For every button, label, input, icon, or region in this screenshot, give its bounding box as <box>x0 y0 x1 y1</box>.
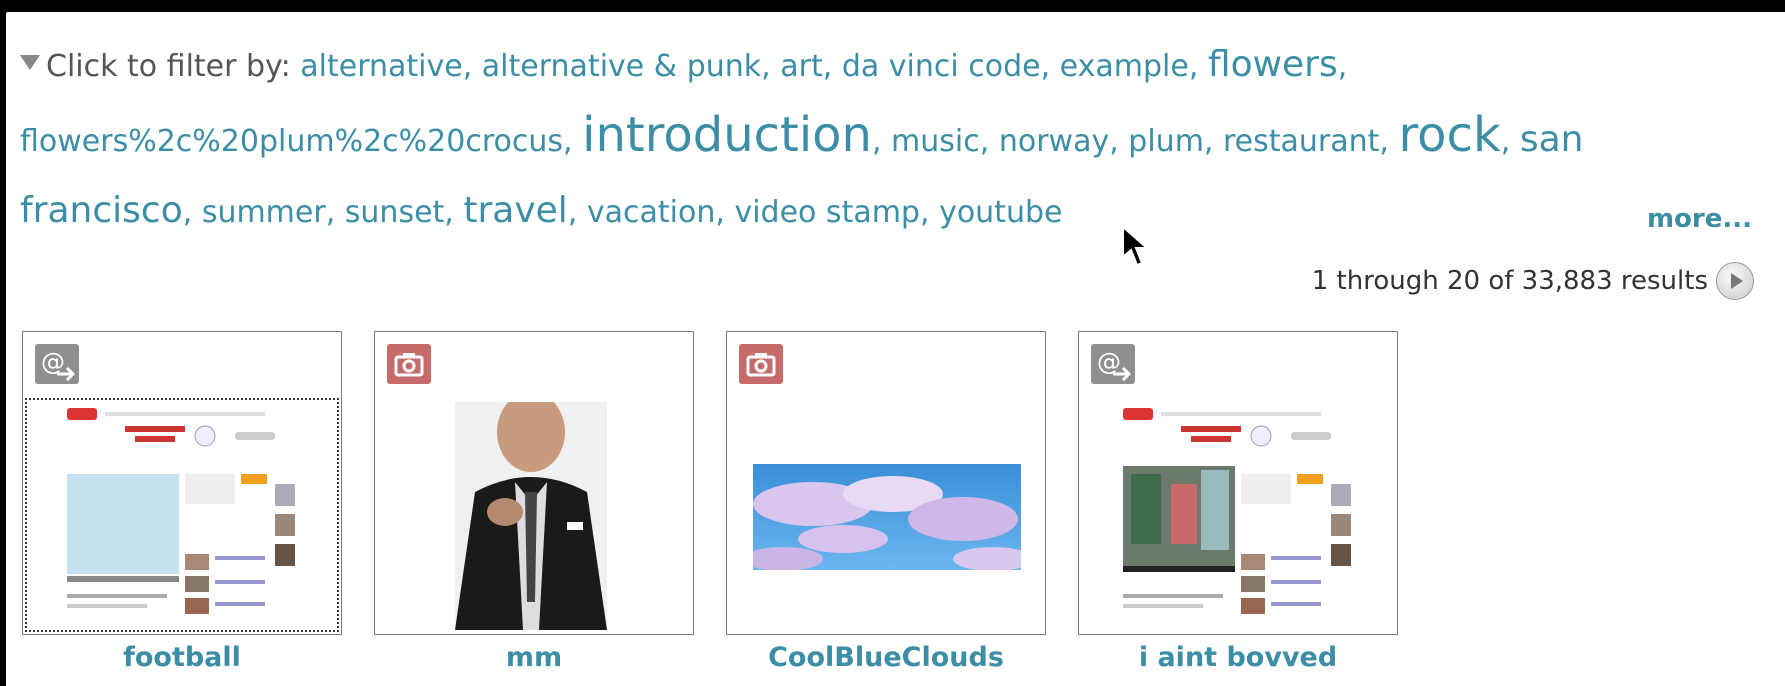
tag-link[interactable]: rock <box>1399 107 1501 163</box>
at-arrow-icon: @ <box>41 348 76 382</box>
tag-filter: Click to filter by: alternative, alterna… <box>20 30 1760 247</box>
tag-link[interactable]: alternative <box>300 49 462 84</box>
youtube-screenshot-thumbnail <box>1121 404 1355 628</box>
tag-separator: , <box>871 124 892 159</box>
tag-separator: , <box>462 49 482 84</box>
tag-separator: , <box>919 195 940 230</box>
next-page-button[interactable] <box>1716 262 1754 300</box>
clouds-photo <box>753 464 1021 570</box>
more-tags-link[interactable]: more... <box>1647 204 1752 234</box>
camera-icon <box>394 353 424 377</box>
tag-link[interactable]: music <box>891 124 980 159</box>
mouse-pointer-icon <box>1122 225 1150 267</box>
svg-text:@: @ <box>41 348 65 376</box>
content-panel: Click to filter by: alternative, alterna… <box>6 12 1785 686</box>
tag-separator: , <box>1379 124 1399 159</box>
at-arrow-icon: @ <box>1097 348 1132 382</box>
tag-link[interactable]: norway <box>999 124 1109 159</box>
tag-link[interactable]: art <box>780 49 822 84</box>
tag-link[interactable]: youtube <box>939 195 1062 230</box>
tag-separator: , <box>1203 124 1223 159</box>
result-title-football[interactable]: football <box>22 642 342 673</box>
svg-text:@: @ <box>1097 348 1121 376</box>
video-stamp-badge: @ <box>1091 344 1135 384</box>
tag-separator: , <box>444 195 464 230</box>
tag-separator: , <box>822 49 842 84</box>
tag-separator: , <box>1040 49 1060 84</box>
tag-separator: , <box>1188 49 1208 84</box>
result-card-i-aint-bovved[interactable]: @ <box>1078 331 1398 635</box>
tag-link[interactable]: video stamp <box>734 195 920 230</box>
collapse-triangle-icon[interactable] <box>20 55 40 70</box>
result-card-coolblueclouds[interactable] <box>726 331 1046 635</box>
youtube-screenshot-thumbnail <box>65 404 299 628</box>
tag-separator: , <box>1109 124 1129 159</box>
video-stamp-badge: @ <box>35 344 79 384</box>
result-title-i-aint-bovved[interactable]: i aint bovved <box>1078 642 1398 673</box>
man-in-suit-photo <box>455 402 607 630</box>
results-pager: 1 through 20 of 33,883 results <box>1312 262 1754 300</box>
tag-link[interactable]: flowers%2c%20plum%2c%20crocus <box>20 124 563 159</box>
result-title-coolblueclouds[interactable]: CoolBlueClouds <box>726 642 1046 673</box>
photo-badge <box>739 344 783 384</box>
tag-link[interactable]: restaurant <box>1223 124 1379 159</box>
tag-separator: , <box>715 195 735 230</box>
filter-label: Click to filter by: <box>46 49 301 84</box>
tag-link[interactable]: da vinci code <box>842 49 1041 84</box>
tag-separator: , <box>979 124 999 159</box>
result-title-mm[interactable]: mm <box>374 642 694 673</box>
tag-link[interactable]: vacation <box>587 195 715 230</box>
result-card-mm[interactable] <box>374 331 694 635</box>
tag-link[interactable]: introduction <box>582 107 872 163</box>
results-summary: 1 through 20 of 33,883 results <box>1311 266 1708 296</box>
tag-separator: , <box>325 195 345 230</box>
result-card-football[interactable]: @ <box>22 331 342 635</box>
tag-separator: , <box>761 49 781 84</box>
tag-separator: , <box>1337 49 1348 84</box>
tag-link[interactable]: summer <box>202 195 326 230</box>
photo-badge <box>387 344 431 384</box>
camera-icon <box>746 353 776 377</box>
tag-separator: , <box>182 195 202 230</box>
tag-link[interactable]: example <box>1060 49 1189 84</box>
tag-separator: , <box>1500 124 1520 159</box>
tag-separator: , <box>563 124 583 159</box>
play-arrow-icon <box>1730 273 1743 289</box>
tag-link[interactable]: plum <box>1128 124 1204 159</box>
tag-link[interactable]: sunset <box>345 195 445 230</box>
tag-link[interactable]: alternative & punk <box>482 49 761 84</box>
tag-link[interactable]: flowers <box>1208 44 1338 85</box>
tag-link[interactable]: travel <box>463 190 567 231</box>
tag-separator: , <box>567 195 587 230</box>
